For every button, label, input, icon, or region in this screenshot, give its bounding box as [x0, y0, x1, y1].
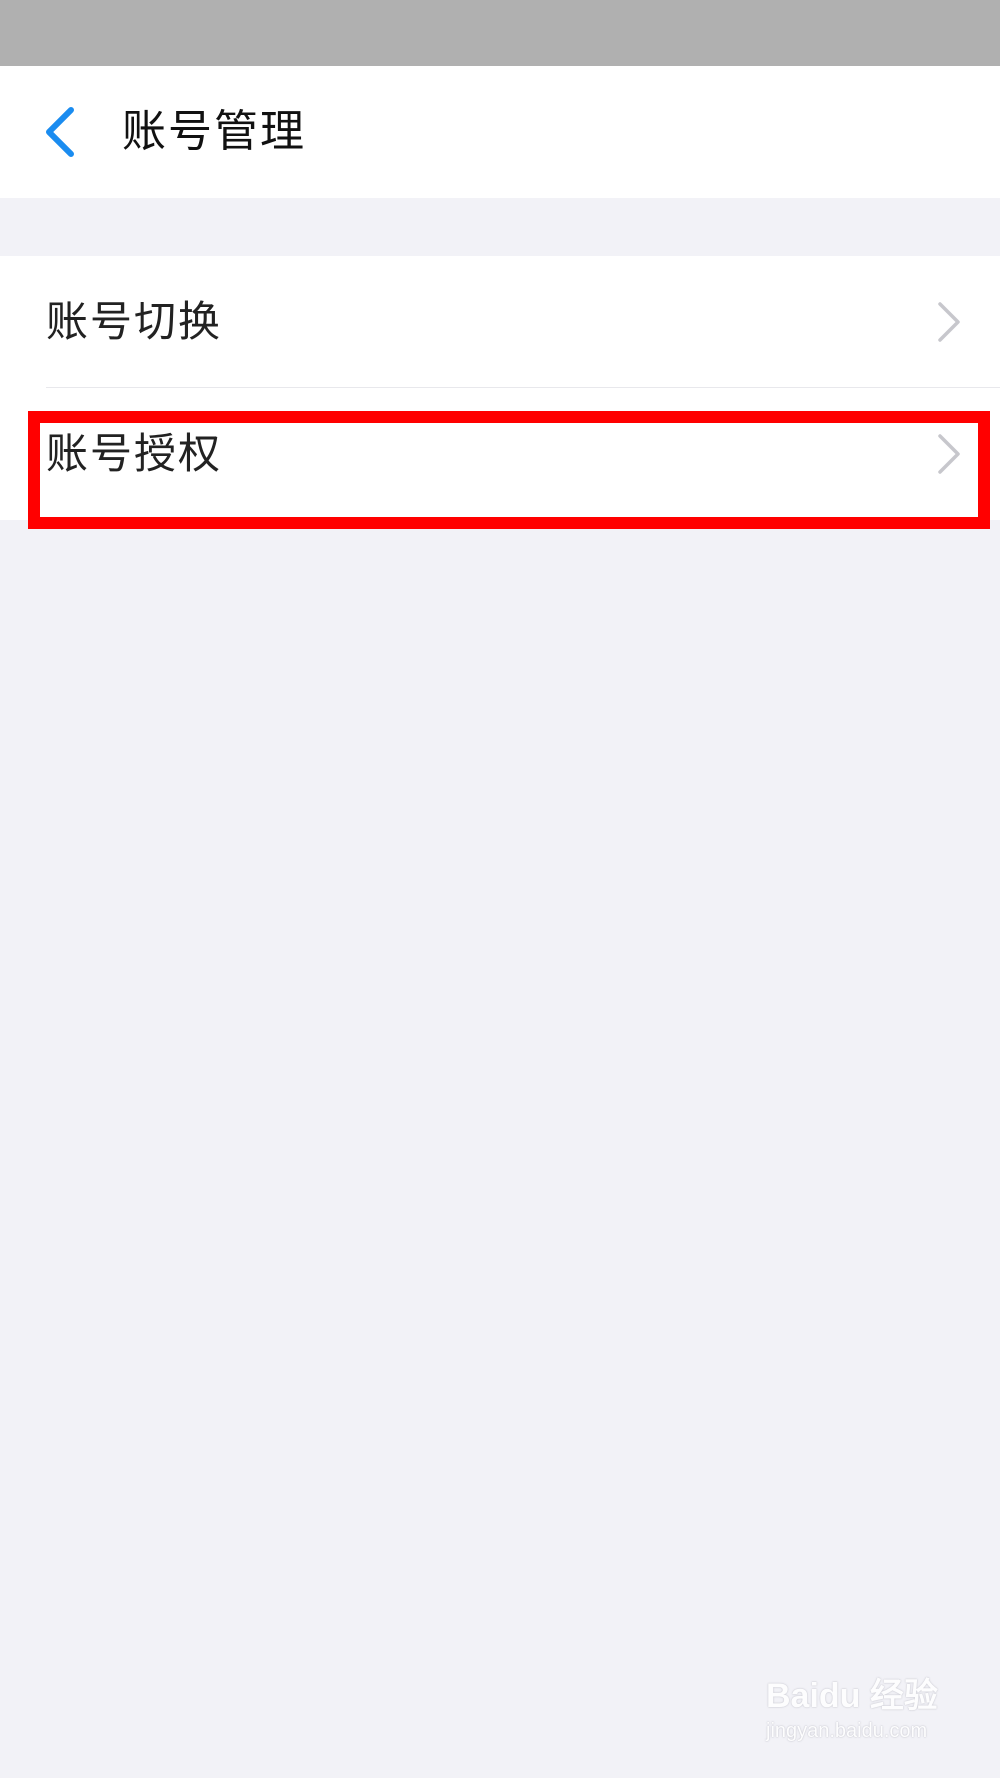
list-item-account-switch[interactable]: 账号切换: [0, 256, 1000, 388]
list-item-account-authorization[interactable]: 账号授权: [0, 388, 1000, 520]
status-bar: [0, 0, 1000, 66]
chevron-right-icon: [938, 434, 960, 474]
navigation-bar: 账号管理: [0, 66, 1000, 198]
page-title: 账号管理: [122, 106, 306, 157]
list-item-label: 账号切换: [46, 297, 223, 346]
watermark: Baidu 经验 jingyan.baidu.com: [766, 1668, 976, 1758]
chevron-right-icon: [938, 302, 960, 342]
list-item-label: 账号授权: [46, 429, 223, 478]
chevron-left-icon: [46, 107, 74, 157]
watermark-logo: Baidu 经验: [766, 1677, 938, 1715]
back-button[interactable]: [30, 96, 90, 168]
watermark-url: jingyan.baidu.com: [766, 1720, 928, 1742]
settings-list: 账号切换 账号授权: [0, 256, 1000, 520]
